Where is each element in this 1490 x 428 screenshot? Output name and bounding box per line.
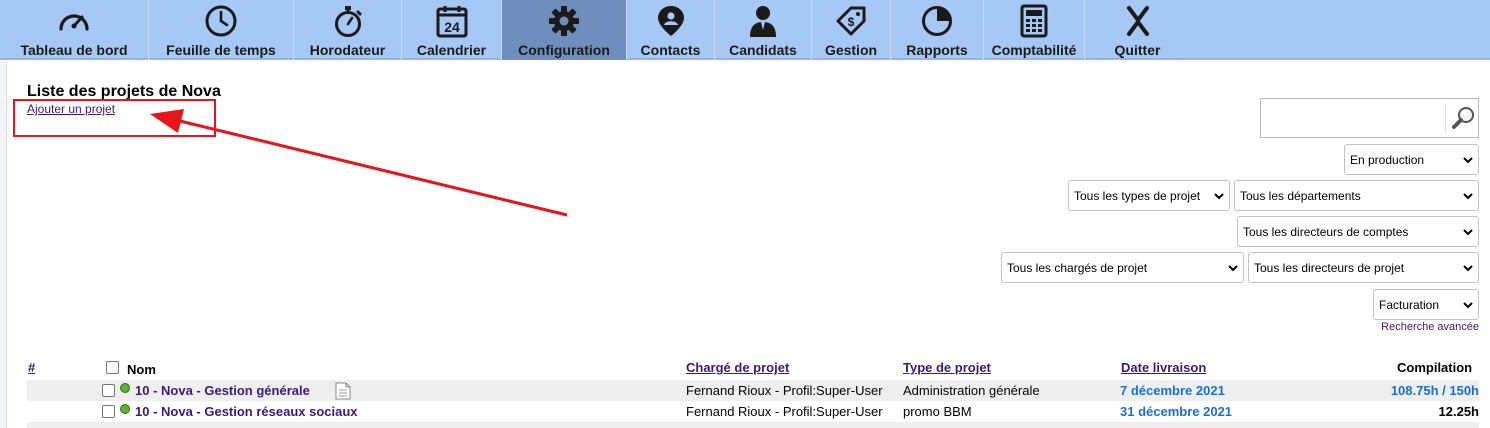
nav-label: Feuille de temps — [166, 42, 276, 58]
chevron-down-icon — [1463, 302, 1473, 309]
status-select[interactable]: En production — [1344, 144, 1479, 175]
nav-item-rapports[interactable]: Rapports — [891, 0, 984, 60]
table-row: 10 - Nova - Gestion réseaux sociaux Fern… — [27, 401, 1479, 422]
nav-item-tableau-de-bord[interactable]: Tableau de bord — [0, 0, 149, 60]
column-header-manager[interactable]: Chargé de projet — [686, 360, 789, 375]
project-manager-select-value: Tous les chargés de projet — [1007, 260, 1148, 275]
search-input[interactable] — [1261, 99, 1445, 137]
project-name-link[interactable]: 10 - Nova - Gestion réseaux sociaux — [135, 404, 358, 419]
main-nav-bar: Tableau de bord Feuille de temps Horodat… — [0, 0, 1490, 60]
nav-item-contacts[interactable]: Contacts — [627, 0, 715, 60]
chevron-down-icon — [1463, 193, 1473, 200]
project-director-select[interactable]: Tous les directeurs de projet — [1248, 252, 1479, 283]
project-type-select-value: Tous les types de projet — [1074, 188, 1201, 203]
contact-pin-icon — [657, 6, 684, 36]
row-checkbox[interactable] — [102, 405, 115, 418]
project-manager-select[interactable]: Tous les chargés de projet — [1001, 252, 1244, 283]
note-document-icon[interactable] — [335, 382, 351, 400]
nav-label: Tableau de bord — [20, 42, 128, 58]
column-header-name: Nom — [127, 362, 156, 377]
clock-icon — [205, 5, 237, 37]
chevron-down-icon — [1463, 229, 1473, 236]
column-header-delivery[interactable]: Date livraison — [1121, 360, 1206, 375]
nav-label: Horodateur — [309, 42, 386, 58]
chevron-down-icon — [1463, 265, 1473, 272]
nav-label: Comptabilité — [991, 42, 1077, 58]
nav-label: Contacts — [640, 42, 701, 58]
nav-label: Calendrier — [416, 42, 487, 58]
status-green-dot — [120, 404, 130, 414]
column-header-compilation: Compilation — [1397, 360, 1473, 375]
project-name-link[interactable]: 10 - Nova - Gestion générale — [135, 383, 310, 398]
row-checkbox[interactable] — [102, 384, 115, 397]
nav-item-gestion[interactable]: $ Gestion — [812, 0, 891, 60]
candidate-person-icon — [750, 6, 776, 37]
chevron-down-icon — [1214, 193, 1224, 200]
chevron-down-icon — [1463, 157, 1473, 164]
nav-label: Rapports — [906, 42, 968, 58]
nav-label: Configuration — [518, 42, 610, 58]
project-type-select[interactable]: Tous les types de projet — [1068, 180, 1230, 211]
table-row-partial — [27, 422, 1479, 428]
department-select[interactable]: Tous les départements — [1234, 180, 1479, 211]
price-tag-icon: $ — [836, 6, 866, 36]
status-select-value: En production — [1350, 152, 1425, 167]
nav-item-comptabilite[interactable]: Comptabilité — [984, 0, 1085, 60]
nav-item-horodateur[interactable]: Horodateur — [294, 0, 402, 60]
project-type-cell: Administration générale — [903, 383, 1040, 398]
billing-select-value: Facturation — [1379, 297, 1440, 312]
delivery-date-cell: 7 décembre 2021 — [1120, 383, 1225, 398]
department-select-value: Tous les départements — [1240, 188, 1361, 203]
project-manager-cell: Fernand Rioux - Profil:Super-User — [686, 404, 883, 419]
stopwatch-icon — [334, 6, 361, 37]
compilation-cell: 12.25h — [1438, 404, 1479, 419]
calculator-icon — [1020, 4, 1048, 38]
billing-select[interactable]: Facturation — [1373, 289, 1479, 320]
project-director-select-value: Tous les directeurs de projet — [1254, 260, 1405, 275]
nav-item-feuille-de-temps[interactable]: Feuille de temps — [149, 0, 294, 60]
nav-label: Quitter — [1114, 42, 1161, 58]
close-x-icon — [1126, 6, 1149, 36]
column-header-type[interactable]: Type de projet — [903, 360, 991, 375]
search-magnifier-icon[interactable] — [1451, 105, 1477, 131]
compilation-cell: 108.75h / 150h — [1390, 383, 1479, 398]
nav-item-calendrier[interactable]: 24 Calendrier — [402, 0, 502, 60]
select-all-checkbox[interactable] — [106, 361, 119, 374]
account-director-select-value: Tous les directeurs de comptes — [1243, 224, 1409, 239]
nav-label: Gestion — [824, 42, 878, 58]
account-director-select[interactable]: Tous les directeurs de comptes — [1237, 216, 1479, 247]
annotation-highlight-box — [13, 99, 216, 137]
pie-chart-icon — [922, 6, 952, 36]
calendar-day-number: 24 — [444, 19, 460, 35]
dashboard-gauge-icon — [59, 14, 89, 31]
nav-item-quitter[interactable]: Quitter — [1085, 0, 1190, 60]
search-divider — [1445, 103, 1446, 133]
svg-text:$: $ — [848, 15, 855, 29]
column-header-number[interactable]: # — [28, 360, 35, 375]
status-green-dot — [120, 383, 130, 393]
nav-item-candidats[interactable]: Candidats — [715, 0, 812, 60]
nav-item-configuration[interactable]: Configuration — [502, 0, 627, 60]
left-panel-edge — [0, 62, 7, 428]
advanced-search-link[interactable]: Recherche avancée — [1381, 321, 1479, 333]
delivery-date-cell: 31 décembre 2021 — [1120, 404, 1233, 419]
nav-label: Candidats — [729, 42, 797, 58]
table-row: 10 - Nova - Gestion générale Fernand Rio… — [27, 380, 1479, 401]
project-type-cell: promo BBM — [903, 404, 972, 419]
calendar-icon: 24 — [436, 6, 467, 38]
gear-icon — [549, 6, 579, 36]
project-manager-cell: Fernand Rioux - Profil:Super-User — [686, 383, 883, 398]
chevron-down-icon — [1228, 265, 1238, 272]
search-box — [1260, 98, 1479, 138]
